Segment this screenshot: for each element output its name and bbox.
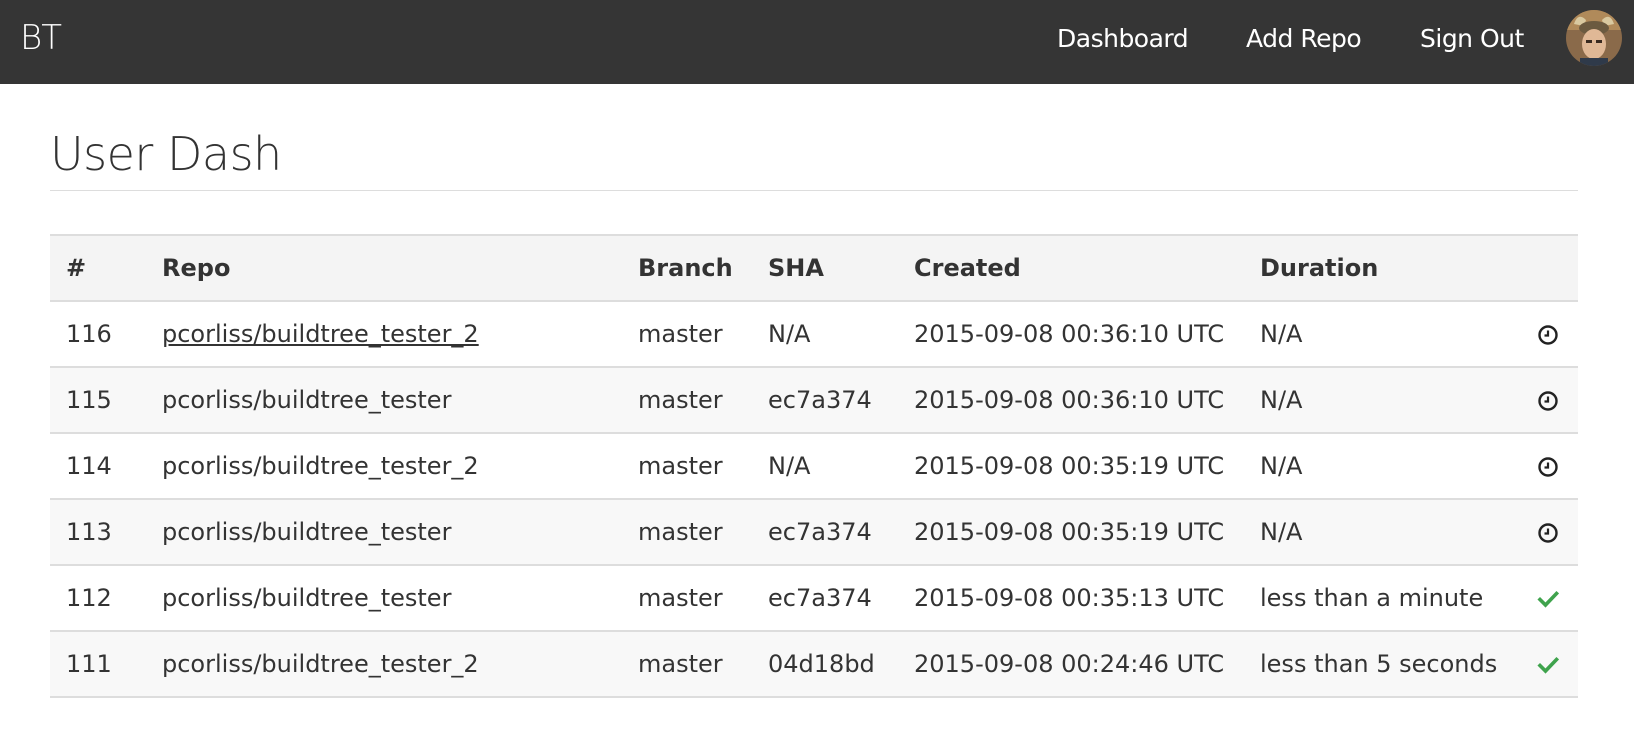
user-avatar[interactable] bbox=[1566, 10, 1622, 66]
duration-cell: N/A bbox=[1244, 301, 1518, 368]
table-row[interactable]: 116 pcorliss/buildtree_tester_2 master N… bbox=[50, 301, 1578, 368]
created-cell: 2015-09-08 00:24:46 UTC bbox=[898, 631, 1244, 698]
header-created: Created bbox=[898, 234, 1244, 302]
clock-icon bbox=[1538, 457, 1558, 477]
table-row[interactable]: 113 pcorliss/buildtree_tester master ec7… bbox=[50, 499, 1578, 566]
status-cell bbox=[1518, 433, 1578, 500]
status-cell bbox=[1518, 565, 1578, 632]
header-status bbox=[1518, 234, 1578, 302]
nav-add-repo-link[interactable]: Add Repo bbox=[1246, 22, 1362, 56]
builds-table: # Repo Branch SHA Created Duration 116 p… bbox=[50, 234, 1578, 698]
table-row[interactable]: 111 pcorliss/buildtree_tester_2 master 0… bbox=[50, 631, 1578, 698]
header-repo: Repo bbox=[146, 234, 622, 302]
repo-link[interactable]: pcorliss/buildtree_tester_2 bbox=[162, 452, 479, 480]
created-cell: 2015-09-08 00:35:19 UTC bbox=[898, 499, 1244, 566]
sha-cell: ec7a374 bbox=[752, 499, 898, 566]
repo-link[interactable]: pcorliss/buildtree_tester_2 bbox=[162, 650, 479, 678]
build-number: 114 bbox=[50, 433, 146, 500]
build-number: 112 bbox=[50, 565, 146, 632]
avatar-image bbox=[1566, 10, 1622, 66]
header-branch: Branch bbox=[622, 234, 752, 302]
table-header-row: # Repo Branch SHA Created Duration bbox=[50, 234, 1578, 302]
clock-icon bbox=[1538, 523, 1558, 543]
table-row[interactable]: 114 pcorliss/buildtree_tester_2 master N… bbox=[50, 433, 1578, 500]
sha-cell: N/A bbox=[752, 301, 898, 368]
table-row[interactable]: 115 pcorliss/buildtree_tester master ec7… bbox=[50, 367, 1578, 434]
repo-link[interactable]: pcorliss/buildtree_tester_2 bbox=[162, 320, 479, 348]
created-cell: 2015-09-08 00:36:10 UTC bbox=[898, 301, 1244, 368]
repo-cell: pcorliss/buildtree_tester_2 bbox=[146, 301, 622, 368]
duration-cell: N/A bbox=[1244, 499, 1518, 566]
header-duration: Duration bbox=[1244, 234, 1518, 302]
branch-cell: master bbox=[622, 433, 752, 500]
header-sha: SHA bbox=[752, 234, 898, 302]
sha-cell: 04d18bd bbox=[752, 631, 898, 698]
duration-cell: less than 5 seconds bbox=[1244, 631, 1518, 698]
title-divider bbox=[50, 190, 1578, 191]
nav-sign-out-link[interactable]: Sign Out bbox=[1420, 22, 1524, 56]
repo-cell: pcorliss/buildtree_tester bbox=[146, 565, 622, 632]
status-cell bbox=[1518, 631, 1578, 698]
build-number: 111 bbox=[50, 631, 146, 698]
sha-cell: ec7a374 bbox=[752, 367, 898, 434]
repo-link[interactable]: pcorliss/buildtree_tester bbox=[162, 386, 451, 414]
status-cell bbox=[1518, 367, 1578, 434]
table-row[interactable]: 112 pcorliss/buildtree_tester master ec7… bbox=[50, 565, 1578, 632]
sha-cell: N/A bbox=[752, 433, 898, 500]
status-cell bbox=[1518, 301, 1578, 368]
sha-cell: ec7a374 bbox=[752, 565, 898, 632]
branch-cell: master bbox=[622, 301, 752, 368]
duration-cell: N/A bbox=[1244, 367, 1518, 434]
created-cell: 2015-09-08 00:35:19 UTC bbox=[898, 433, 1244, 500]
page-title: User Dash bbox=[50, 127, 282, 181]
repo-cell: pcorliss/buildtree_tester_2 bbox=[146, 433, 622, 500]
duration-cell: less than a minute bbox=[1244, 565, 1518, 632]
status-cell bbox=[1518, 499, 1578, 566]
created-cell: 2015-09-08 00:36:10 UTC bbox=[898, 367, 1244, 434]
header-number: # bbox=[50, 234, 146, 302]
checkmark-icon bbox=[1537, 590, 1559, 608]
checkmark-icon bbox=[1537, 656, 1559, 674]
branch-cell: master bbox=[622, 631, 752, 698]
build-number: 115 bbox=[50, 367, 146, 434]
repo-link[interactable]: pcorliss/buildtree_tester bbox=[162, 518, 451, 546]
repo-cell: pcorliss/buildtree_tester_2 bbox=[146, 631, 622, 698]
build-number: 113 bbox=[50, 499, 146, 566]
repo-cell: pcorliss/buildtree_tester bbox=[146, 499, 622, 566]
brand-logo[interactable]: BT bbox=[20, 16, 62, 60]
branch-cell: master bbox=[622, 499, 752, 566]
clock-icon bbox=[1538, 325, 1558, 345]
created-cell: 2015-09-08 00:35:13 UTC bbox=[898, 565, 1244, 632]
repo-cell: pcorliss/buildtree_tester bbox=[146, 367, 622, 434]
branch-cell: master bbox=[622, 367, 752, 434]
nav-dashboard-link[interactable]: Dashboard bbox=[1057, 22, 1189, 56]
build-number: 116 bbox=[50, 301, 146, 368]
top-navbar: BT Dashboard Add Repo Sign Out bbox=[0, 0, 1634, 84]
branch-cell: master bbox=[622, 565, 752, 632]
repo-link[interactable]: pcorliss/buildtree_tester bbox=[162, 584, 451, 612]
duration-cell: N/A bbox=[1244, 433, 1518, 500]
clock-icon bbox=[1538, 391, 1558, 411]
